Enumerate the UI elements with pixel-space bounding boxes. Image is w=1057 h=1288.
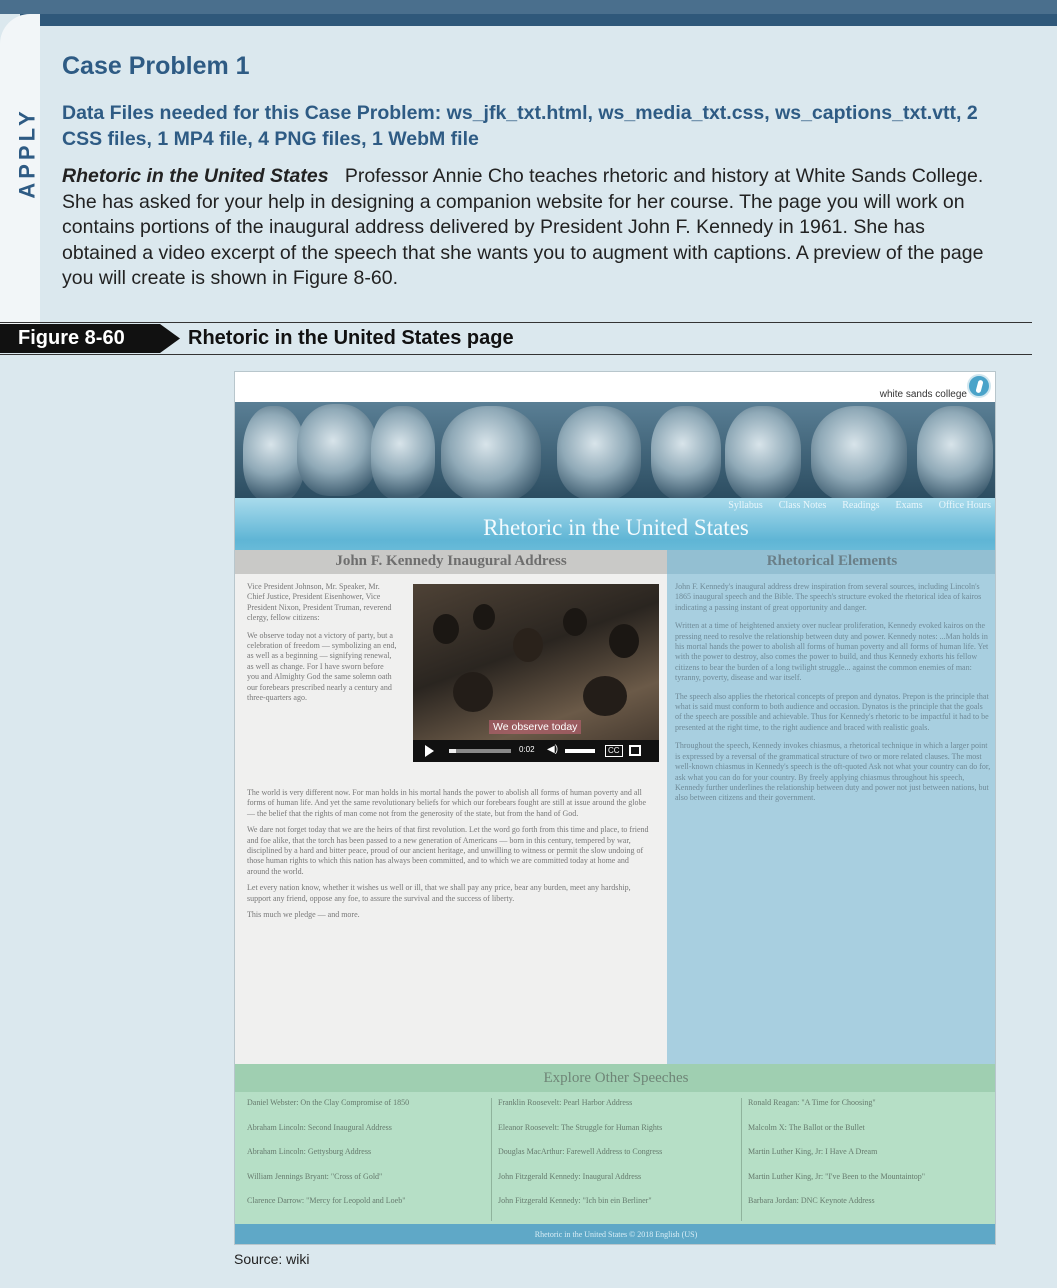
captions-toggle[interactable]: CC (605, 745, 623, 757)
speech-paragraph: We dare not forget today that we are the… (247, 825, 649, 876)
speech-paragraph: This much we pledge — and more. (247, 910, 360, 920)
speech-column: John F. Kennedy Inaugural Address Vice P… (235, 550, 667, 1240)
college-logo-icon[interactable] (967, 374, 991, 398)
nav-readings[interactable]: Readings (842, 500, 879, 511)
figure-rule-top (0, 322, 1032, 323)
rhetorical-elements-column: Rhetorical Elements John F. Kennedy's in… (667, 550, 995, 1064)
case-problem-title: Case Problem 1 (62, 52, 250, 80)
nav-syllabus[interactable]: Syllabus (728, 500, 762, 511)
speech-paragraph: Vice President Johnson, Mr. Speaker, Mr.… (247, 582, 392, 623)
speech-opening: Vice President Johnson, Mr. Speaker, Mr.… (247, 582, 397, 710)
speech-link[interactable]: Eleanor Roosevelt: The Struggle for Huma… (498, 1123, 735, 1148)
speech-paragraph: We observe today not a victory of party,… (247, 630, 397, 703)
speech-link[interactable]: Clarence Darrow: "Mercy for Leopold and … (247, 1196, 485, 1221)
rhetorical-elements-heading: Rhetorical Elements (667, 550, 995, 574)
video-time: 0:02 (519, 745, 535, 754)
figure-label: Figure 8-60 (0, 324, 180, 353)
speech-paragraph: Let every nation know, whether it wishes… (247, 883, 631, 903)
speech-link-column: Daniel Webster: On the Clay Compromise o… (241, 1098, 491, 1221)
nav-class-notes[interactable]: Class Notes (779, 500, 827, 511)
speech-links: Daniel Webster: On the Clay Compromise o… (241, 1098, 991, 1221)
speech-link[interactable]: Ronald Reagan: "A Time for Choosing" (748, 1098, 985, 1123)
volume-slider[interactable] (565, 749, 595, 753)
portrait-banner (235, 402, 995, 498)
rhetoric-paragraph: Written at a time of heightened anxiety … (675, 621, 989, 683)
speech-link[interactable]: Abraham Lincoln: Second Inaugural Addres… (247, 1123, 485, 1148)
website-preview: white sands college Syllabus Class Notes… (234, 371, 996, 1245)
rhetoric-paragraph: Throughout the speech, Kennedy invokes c… (675, 741, 991, 803)
top-rule (20, 14, 1057, 26)
rhetoric-paragraph: John F. Kennedy's inaugural address drew… (675, 582, 982, 612)
speech-link[interactable]: Martin Luther King, Jr: "I've Been to th… (748, 1172, 985, 1197)
portrait-icon (441, 406, 541, 498)
source-credit: Source: wiki (234, 1251, 310, 1267)
video-figure (609, 624, 639, 658)
video-figure (563, 608, 587, 636)
portrait-icon (811, 406, 907, 498)
video-player[interactable]: We observe today 0:02 ◀) CC (413, 584, 659, 762)
rhetoric-paragraph: The speech also applies the rhetorical c… (675, 691, 989, 732)
speech-link[interactable]: William Jennings Bryant: "Cross of Gold" (247, 1172, 485, 1197)
case-intro: Rhetoric in the United States Professor … (62, 164, 1002, 292)
portrait-icon (297, 404, 377, 496)
speech-link[interactable]: John Fitzgerald Kennedy: Inaugural Addre… (498, 1172, 735, 1197)
video-seek-bar[interactable] (449, 749, 511, 753)
apply-side-tab: APPLY (0, 14, 40, 324)
nav-office-hours[interactable]: Office Hours (939, 500, 991, 511)
portrait-icon (725, 406, 801, 498)
speech-paragraph: The world is very different now. For man… (247, 788, 646, 818)
fullscreen-icon[interactable] (629, 745, 641, 756)
case-intro-lead: Rhetoric in the United States (62, 165, 329, 187)
video-figure (433, 614, 459, 644)
speech-link[interactable]: Malcolm X: The Ballot or the Bullet (748, 1123, 985, 1148)
speech-heading: John F. Kennedy Inaugural Address (235, 550, 667, 574)
speech-link[interactable]: John Fitzgerald Kennedy: "Ich bin ein Be… (498, 1196, 735, 1221)
video-figure (453, 672, 493, 712)
top-color-band (0, 0, 1057, 14)
explore-heading: Explore Other Speeches (235, 1064, 995, 1092)
site-footer: Rhetoric in the United States © 2018 Eng… (235, 1224, 995, 1244)
video-caption: We observe today (489, 720, 582, 734)
video-figure (513, 628, 543, 662)
speech-link[interactable]: Daniel Webster: On the Clay Compromise o… (247, 1098, 485, 1123)
speech-link-column: Ronald Reagan: "A Time for Choosing" Mal… (741, 1098, 991, 1221)
explore-section: Explore Other Speeches Daniel Webster: O… (235, 1064, 995, 1224)
portrait-icon (651, 406, 721, 498)
video-figure (473, 604, 495, 630)
rhetorical-elements-text: John F. Kennedy's inaugural address drew… (675, 582, 991, 812)
figure-rule-bottom (0, 354, 1032, 355)
portrait-icon (243, 406, 305, 498)
play-icon[interactable] (425, 745, 434, 757)
volume-icon[interactable]: ◀) (547, 744, 558, 755)
speech-link[interactable]: Barbara Jordan: DNC Keynote Address (748, 1196, 985, 1221)
site-nav: Syllabus Class Notes Readings Exams Offi… (728, 500, 991, 511)
portrait-icon (557, 406, 641, 498)
figure-title: Rhetoric in the United States page (188, 327, 514, 349)
video-controls: 0:02 ◀) CC (413, 740, 659, 762)
speech-link[interactable]: Martin Luther King, Jr: I Have A Dream (748, 1147, 985, 1172)
portrait-icon (917, 406, 993, 498)
speech-body: The world is very different now. For man… (247, 788, 651, 926)
data-files-line: Data Files needed for this Case Problem:… (62, 102, 978, 150)
nav-exams[interactable]: Exams (895, 500, 922, 511)
site-title: Rhetoric in the United States (483, 515, 749, 540)
college-name: white sands college (879, 389, 967, 400)
speech-link[interactable]: Douglas MacArthur: Farewell Address to C… (498, 1147, 735, 1172)
video-seek-fill (449, 749, 457, 753)
speech-link[interactable]: Franklin Roosevelt: Pearl Harbor Address (498, 1098, 735, 1123)
video-figure (583, 676, 627, 716)
speech-link-column: Franklin Roosevelt: Pearl Harbor Address… (491, 1098, 741, 1221)
apply-label: APPLY (14, 107, 40, 199)
portrait-icon (371, 406, 435, 498)
speech-link[interactable]: Abraham Lincoln: Gettysburg Address (247, 1147, 485, 1172)
